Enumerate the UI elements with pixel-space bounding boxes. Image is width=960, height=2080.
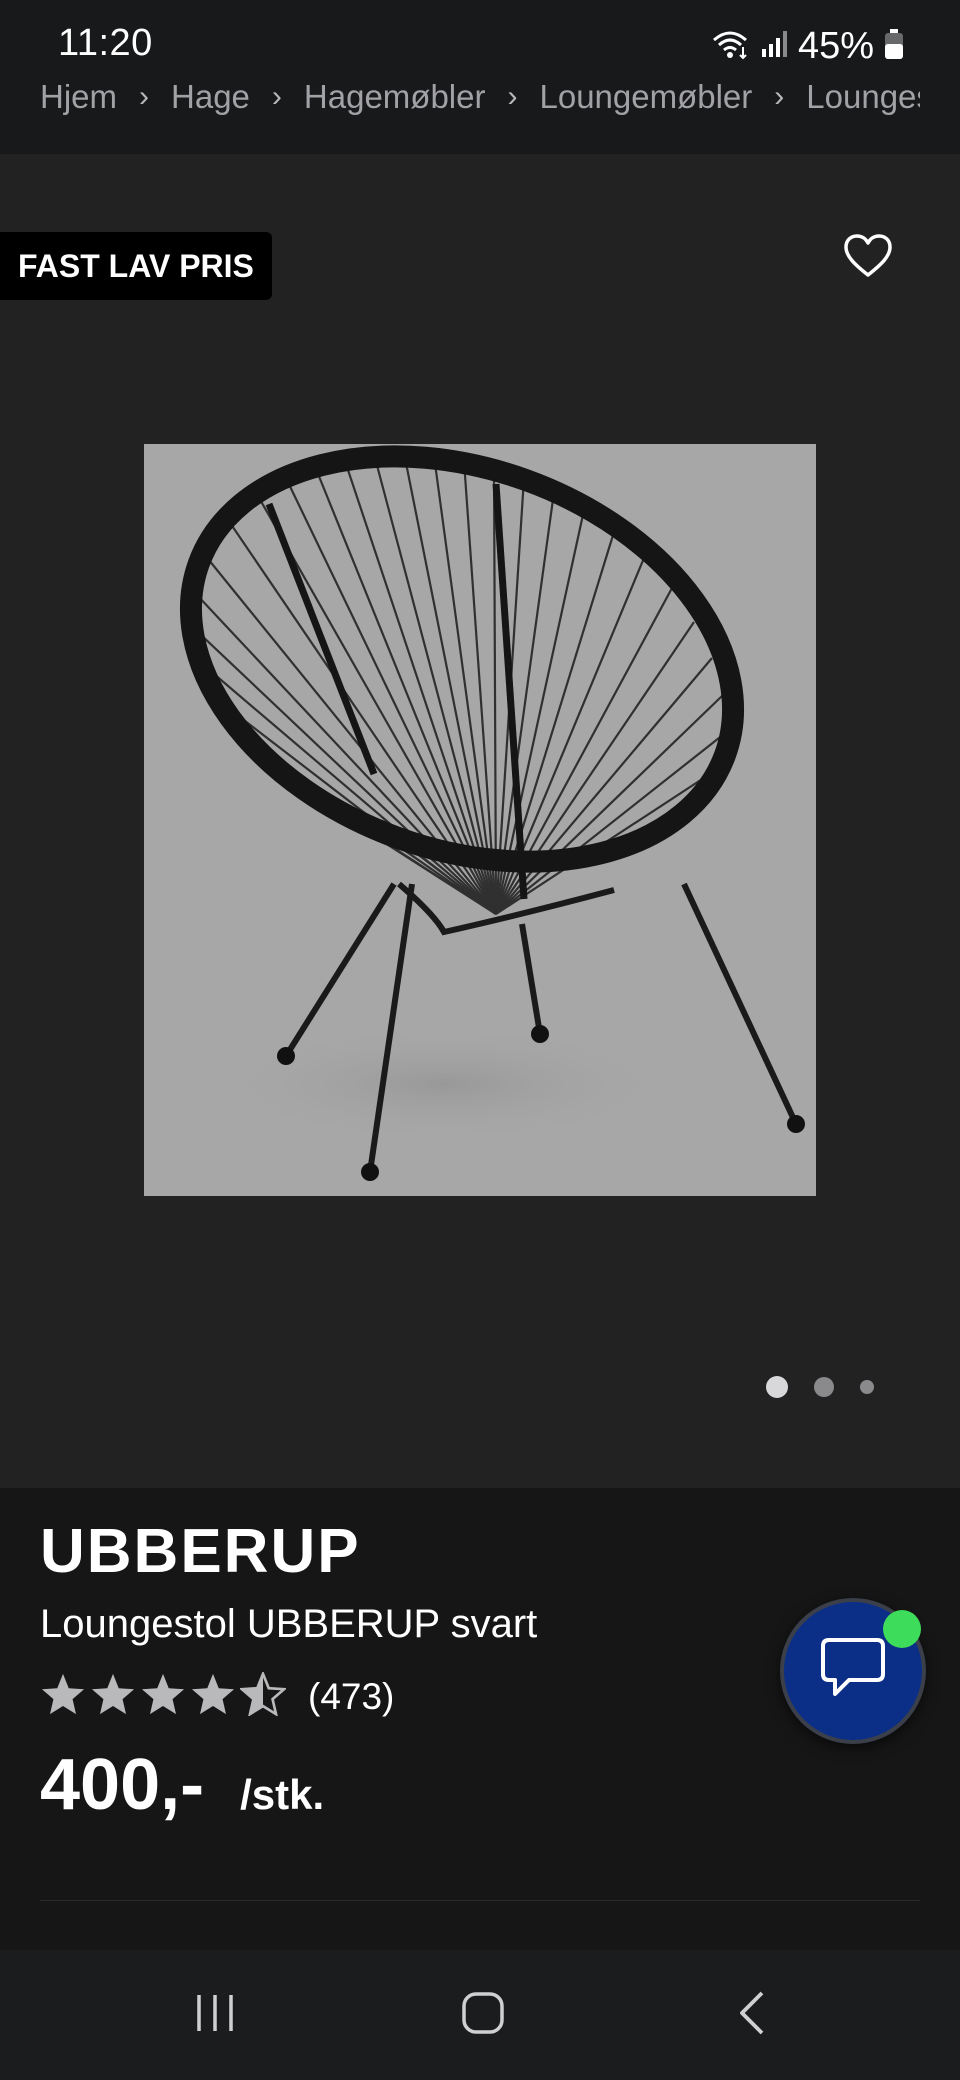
status-time: 11:20	[58, 22, 153, 64]
chair-illustration	[179, 445, 805, 1181]
battery-icon	[884, 28, 904, 65]
divider	[40, 1900, 920, 1901]
product-brand: UBBERUP	[40, 1517, 361, 1586]
system-nav-bar	[0, 1950, 960, 2080]
review-count[interactable]: (473)	[308, 1676, 394, 1718]
recent-apps-button[interactable]	[135, 1950, 295, 2080]
favorite-button[interactable]	[838, 230, 898, 286]
breadcrumb-separator: ›	[774, 80, 785, 113]
status-icons: 45%	[710, 22, 904, 70]
chat-online-indicator	[883, 1610, 921, 1648]
heart-icon	[844, 233, 892, 283]
breadcrumb-lounge-chairs[interactable]: Loungestoler	[806, 78, 920, 116]
price-unit: /stk.	[240, 1771, 325, 1818]
product-gallery[interactable]: FAST LAV PRIS	[0, 154, 960, 1488]
gallery-dot-active[interactable]	[766, 1376, 788, 1398]
back-icon	[736, 1990, 768, 2041]
wifi-icon	[710, 28, 750, 65]
gallery-dot[interactable]	[860, 1380, 874, 1394]
battery-percent: 45%	[797, 24, 874, 67]
back-button[interactable]	[672, 1950, 832, 2080]
breadcrumb-separator: ›	[139, 80, 150, 113]
price-row: 400,- /stk.	[40, 1744, 324, 1826]
gallery-pagination[interactable]	[766, 1376, 874, 1398]
breadcrumb-home[interactable]: Hjem	[40, 78, 117, 116]
product-page: 11:20 45% Hjem › Hage › Hagemøbler › Lou…	[0, 0, 960, 2080]
product-image[interactable]	[144, 444, 816, 1196]
breadcrumb-separator: ›	[271, 80, 282, 113]
product-name: Loungestol UBBERUP svart	[40, 1602, 538, 1646]
star-full-icon	[40, 1672, 86, 1721]
signal-icon	[760, 29, 788, 64]
product-price: 400,-	[40, 1745, 205, 1825]
gallery-dot[interactable]	[814, 1377, 834, 1397]
recent-apps-icon	[193, 1991, 237, 2040]
breadcrumb: Hjem › Hage › Hagemøbler › Loungemøbler …	[40, 74, 920, 120]
breadcrumb-lounge-furniture[interactable]: Loungemøbler	[539, 78, 752, 116]
home-icon	[460, 1990, 506, 2041]
breadcrumb-garden[interactable]: Hage	[171, 78, 250, 116]
price-badge: FAST LAV PRIS	[0, 232, 272, 300]
breadcrumb-separator: ›	[507, 80, 518, 113]
star-half-icon	[238, 1670, 288, 1721]
star-full-icon	[140, 1672, 186, 1721]
star-full-icon	[190, 1672, 236, 1721]
top-header: 11:20 45% Hjem › Hage › Hagemøbler › Lou…	[0, 0, 960, 154]
star-full-icon	[90, 1672, 136, 1721]
product-rating[interactable]: (473)	[40, 1670, 394, 1721]
chat-icon	[819, 1636, 887, 1707]
home-button[interactable]	[403, 1950, 563, 2080]
breadcrumb-garden-furniture[interactable]: Hagemøbler	[304, 78, 486, 116]
